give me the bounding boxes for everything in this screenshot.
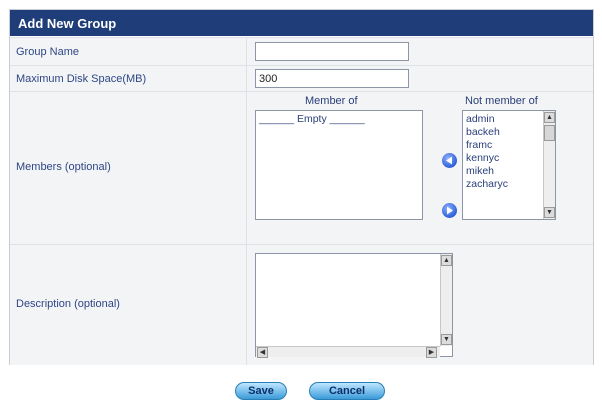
description-vscroll[interactable]: ▲ ▼: [440, 254, 452, 346]
scroll-down-icon[interactable]: ▼: [544, 207, 555, 218]
disk-space-input[interactable]: [255, 69, 409, 88]
form-header: Add New Group: [10, 10, 593, 36]
description-textarea[interactable]: ▲ ▼ ◀ ▶: [255, 253, 453, 358]
list-item[interactable]: framc: [466, 139, 492, 151]
cancel-button[interactable]: Cancel: [309, 382, 385, 400]
disk-space-row: Maximum Disk Space(MB): [10, 65, 593, 91]
group-name-label: Group Name: [16, 46, 79, 58]
member-of-empty-item: ______ Empty ______: [259, 113, 365, 125]
disk-space-label: Maximum Disk Space(MB): [16, 73, 147, 85]
description-hscroll[interactable]: ◀ ▶: [256, 346, 440, 358]
group-name-row: Group Name: [10, 37, 593, 65]
group-name-input[interactable]: [255, 42, 409, 61]
list-item[interactable]: mikeh: [466, 165, 494, 177]
scroll-thumb[interactable]: [544, 125, 555, 141]
member-of-list[interactable]: ______ Empty ______: [255, 110, 423, 220]
disk-space-cell: [247, 66, 593, 91]
members-label: Members (optional): [16, 161, 111, 173]
scroll-down-icon[interactable]: ▼: [441, 334, 452, 345]
scroll-up-icon[interactable]: ▲: [544, 112, 555, 123]
not-member-scrollbar[interactable]: ▲ ▼: [543, 111, 555, 219]
not-member-list[interactable]: admin backeh framc kennyc mikeh zacharyc…: [462, 110, 556, 220]
scroll-left-icon[interactable]: ◀: [257, 347, 268, 358]
members-cell: Member of ______ Empty ______ Not member…: [247, 92, 593, 244]
form-title: Add New Group: [18, 16, 117, 31]
not-member-caption: Not member of: [465, 95, 538, 107]
list-item[interactable]: kennyc: [466, 152, 499, 164]
scroll-right-icon[interactable]: ▶: [426, 347, 437, 358]
list-item[interactable]: admin: [466, 113, 495, 125]
left-arrow-icon[interactable]: [442, 153, 457, 168]
save-button[interactable]: Save: [235, 382, 287, 400]
list-item[interactable]: backeh: [466, 126, 500, 138]
member-of-caption: Member of: [305, 95, 358, 107]
description-cell: ▲ ▼ ◀ ▶: [247, 245, 593, 365]
description-row: Description (optional) ▲ ▼ ◀ ▶: [10, 244, 593, 365]
description-label: Description (optional): [16, 298, 120, 310]
list-item[interactable]: zacharyc: [466, 178, 508, 190]
add-group-form: Add New Group Group Name Maximum Disk Sp…: [9, 9, 594, 365]
scroll-up-icon[interactable]: ▲: [441, 255, 452, 266]
group-name-cell: [247, 38, 593, 65]
members-row: Members (optional) Member of ______ Empt…: [10, 91, 593, 244]
right-arrow-icon[interactable]: [442, 203, 457, 218]
